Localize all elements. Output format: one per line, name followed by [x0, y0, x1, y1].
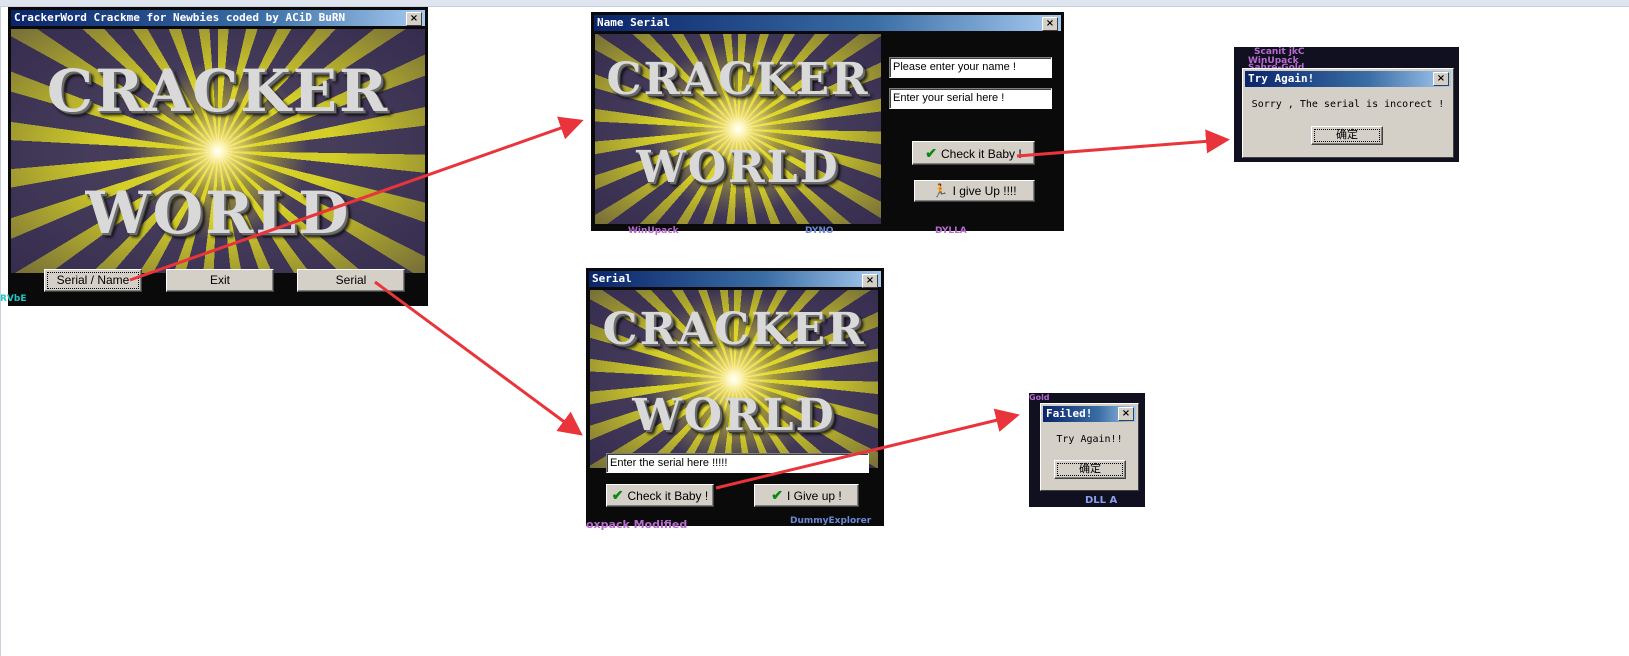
art-word-cracker: CRACKER [46, 57, 390, 125]
serial-giveup-button[interactable]: ✔ I Give up ! [754, 484, 859, 507]
try-again-dialog: Try Again! × Sorry , The serial is incor… [1242, 68, 1454, 158]
exit-button-label: Exit [209, 273, 230, 287]
serial-titlebar: Serial [589, 271, 881, 287]
s-art-word-world: WORLD [632, 390, 836, 441]
s-art-word-cracker: CRACKER [602, 304, 866, 355]
serial-button-label: Serial [335, 273, 367, 287]
try-again-message: Sorry , The serial is incorect ! [1251, 99, 1445, 110]
failed-close-button[interactable]: × [1118, 407, 1134, 421]
bg-text-serial-2: DummyExplorer [790, 516, 872, 526]
serial-name-button-label: Serial / Name [56, 273, 130, 287]
try-again-title: Try Again! [1248, 72, 1315, 85]
serial-check-button-label: Check it Baby ! [627, 489, 709, 503]
ns-check-button[interactable]: ✔ Check it Baby ! [912, 141, 1035, 165]
bg-text-ns-1: WinUpack [628, 226, 679, 236]
serial-window: Serial × CRACKER WORLD Enter the serial … [586, 268, 884, 526]
name-serial-serial-input[interactable]: Enter your serial here ! [889, 88, 1052, 109]
main-crackme-window: CrackerWord Crackme for Newbies coded by… [8, 7, 428, 306]
ns-giveup-button-label: I give Up !!!! [952, 184, 1017, 198]
serial-window-title: Serial [592, 272, 632, 285]
try-again-close-button[interactable]: × [1433, 72, 1449, 86]
checkmark-icon: ✔ [925, 145, 938, 161]
bg-text-under-main: RVbE [0, 294, 27, 304]
checkmark-icon: ✔ [771, 487, 784, 503]
desktop-top-bar [0, 0, 1629, 7]
running-man-icon: 🏃 [932, 183, 949, 198]
failed-dialog: Failed! × Try Again!! 确定 [1040, 403, 1139, 491]
serial-close-button[interactable]: × [862, 274, 878, 288]
ns-art-word-cracker: CRACKER [606, 54, 870, 105]
ns-art-word-world: WORLD [636, 142, 840, 193]
name-serial-art: CRACKER WORLD [595, 34, 881, 224]
serial-giveup-button-label: I Give up ! [787, 489, 842, 503]
name-serial-title: Name Serial [597, 16, 670, 29]
art-word-world: WORLD [85, 179, 351, 247]
serial-input[interactable]: Enter the serial here !!!!! [606, 453, 869, 473]
bg-text-ns-3: DYLLA [935, 226, 967, 236]
main-close-button[interactable]: × [406, 12, 422, 26]
main-window-titlebar: CrackerWord Crackme for Newbies coded by… [11, 10, 425, 26]
try-again-ok-button[interactable]: 确定 [1311, 126, 1383, 145]
checkmark-icon: ✔ [611, 487, 624, 503]
ns-giveup-button[interactable]: 🏃 I give Up !!!! [914, 180, 1035, 202]
failed-title: Failed! [1046, 407, 1093, 420]
name-serial-window: Name Serial × CRACKER WORLD Please enter… [591, 12, 1064, 231]
cracker-world-art: CRACKER WORLD [11, 29, 425, 273]
bg-text-failed-2: DLL A [1085, 495, 1118, 506]
failed-ok-label: 确定 [1079, 463, 1101, 475]
failed-message: Try Again!! [1056, 434, 1123, 445]
bg-text-failed-1: Gold [1029, 393, 1050, 402]
desktop-left-edge [0, 6, 1, 656]
serial-art: CRACKER WORLD [590, 290, 878, 468]
name-serial-titlebar: Name Serial [594, 15, 1061, 31]
failed-ok-button[interactable]: 确定 [1054, 460, 1126, 479]
bg-text-ns-2: DYNO [805, 226, 834, 236]
serial-button[interactable]: Serial [297, 269, 405, 292]
serial-check-button[interactable]: ✔ Check it Baby ! [606, 484, 714, 507]
name-serial-close-button[interactable]: × [1042, 17, 1058, 31]
bg-text-serial-1: oxpack Modified [586, 518, 688, 531]
try-again-ok-label: 确定 [1336, 129, 1358, 141]
name-input[interactable]: Please enter your name ! [889, 57, 1052, 78]
serial-name-button[interactable]: Serial / Name [44, 269, 142, 292]
exit-button[interactable]: Exit [166, 269, 274, 292]
main-window-title: CrackerWord Crackme for Newbies coded by… [14, 11, 346, 24]
ns-check-button-label: Check it Baby ! [941, 147, 1022, 161]
try-again-titlebar: Try Again! [1245, 71, 1451, 87]
